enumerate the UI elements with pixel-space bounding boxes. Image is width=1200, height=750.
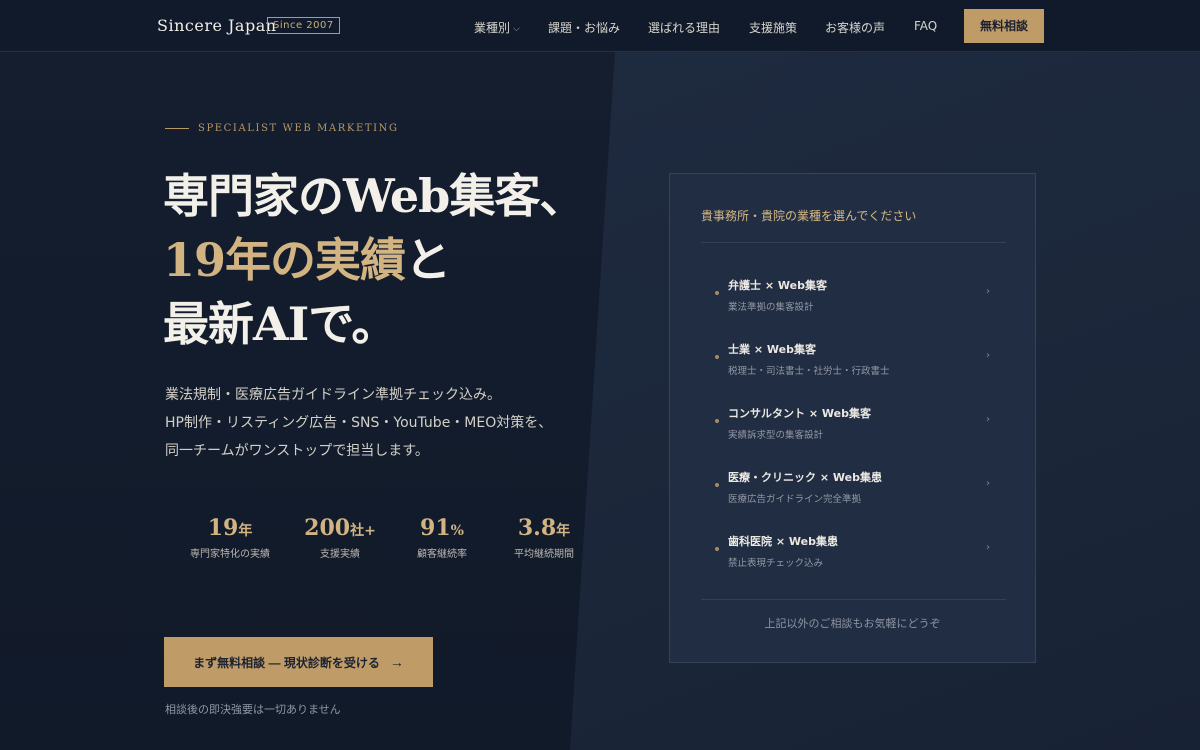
stat-unit: 年	[238, 523, 253, 539]
option-title: 歯科医院 × Web集患	[728, 535, 838, 548]
bullet-dot-icon	[715, 483, 719, 487]
stat-label: 平均継続期間	[514, 549, 574, 560]
headline-line-1: 専門家のWeb集客、	[163, 169, 585, 223]
option-subtitle: 業法準拠の集客設計	[728, 302, 814, 313]
hero-eyebrow: SPECIALIST WEB MARKETING	[165, 123, 399, 134]
chevron-right-icon: ›	[986, 350, 990, 361]
stat-duration: 3.8年 平均継続期間	[489, 515, 599, 560]
lede-line: HP制作・リスティング広告・SNS・YouTube・MEO対策を、	[165, 415, 553, 431]
option-subtitle: 税理士・司法書士・社労士・行政書士	[728, 366, 890, 377]
option-clinic[interactable]: 医療・クリニック × Web集患 医療広告ガイドライン完全準拠 ›	[701, 460, 1006, 516]
chevron-right-icon: ›	[986, 414, 990, 425]
stat-number: 19	[207, 515, 239, 541]
stats-row: 19年 専門家特化の実績 200社+ 支援実績 91% 顧客継続率 3.8年 平…	[165, 515, 595, 575]
panel-title: 貴事務所・貴院の業種を選んでください	[701, 209, 917, 223]
stat-number: 200	[304, 515, 351, 541]
arrow-right-icon: →	[389, 654, 404, 670]
panel-divider	[701, 599, 1006, 600]
stat-value: 3.8年	[489, 515, 599, 541]
stat-unit: 年	[556, 523, 571, 539]
option-consultant[interactable]: コンサルタント × Web集客 実績訴求型の集客設計 ›	[701, 396, 1006, 452]
bullet-dot-icon	[715, 547, 719, 551]
nav-industry-label: 業種別	[474, 21, 511, 35]
chevron-right-icon: ›	[986, 286, 990, 297]
option-shigyo[interactable]: 士業 × Web集客 税理士・司法書士・社労士・行政書士 ›	[701, 332, 1006, 388]
nav-reasons[interactable]: 選ばれる理由	[648, 19, 720, 36]
stat-years: 19年 専門家特化の実績	[175, 515, 285, 560]
option-subtitle: 医療広告ガイドライン完全準拠	[728, 494, 862, 505]
free-consultation-button[interactable]: 無料相談	[964, 9, 1044, 43]
stat-value: 200社+	[285, 515, 395, 541]
option-lawyer[interactable]: 弁護士 × Web集客 業法準拠の集客設計 ›	[701, 268, 1006, 324]
nav-industry[interactable]: 業種別 ⌵	[474, 19, 520, 36]
option-title: 医療・クリニック × Web集患	[728, 471, 882, 484]
option-title: コンサルタント × Web集客	[728, 407, 871, 420]
option-title: 士業 × Web集客	[728, 343, 816, 356]
eyebrow-text: SPECIALIST WEB MARKETING	[198, 123, 399, 134]
stat-label: 専門家特化の実績	[190, 549, 270, 560]
free-diagnosis-button[interactable]: まず無料相談 — 現状診断を受ける →	[164, 637, 433, 687]
stat-label: 支援実績	[320, 549, 360, 560]
stat-unit: %	[450, 523, 464, 539]
panel-footer-text: 上記以外のご相談もお気軽にどうぞ	[764, 617, 941, 630]
option-title: 弁護士 × Web集客	[728, 279, 827, 292]
headline-line-3: 最新AIで。	[163, 297, 397, 351]
stat-label: 顧客継続率	[417, 549, 467, 560]
stat-value: 19年	[175, 515, 285, 541]
industry-selector-panel: 貴事務所・貴院の業種を選んでください 弁護士 × Web集客 業法準拠の集客設計…	[669, 173, 1036, 663]
lede-line: 同一チームがワンストップで担当します。	[165, 443, 429, 459]
stat-unit: 社+	[350, 523, 376, 539]
stat-value: 91%	[387, 515, 497, 541]
headline-line-2: 19年の実績と	[163, 228, 633, 292]
site-header: Sincere Japan Since 2007 業種別 ⌵ 課題・お悩み 選ばれ…	[0, 0, 1200, 52]
stat-retention: 91% 顧客継続率	[387, 515, 497, 560]
nav-testimonials[interactable]: お客様の声	[825, 19, 885, 36]
lede-line: 業法規制・医療広告ガイドライン準拠チェック込み。	[165, 387, 501, 403]
no-pressure-note: 相談後の即決強要は一切ありません	[165, 703, 341, 716]
stat-number: 3.8	[517, 515, 557, 541]
stat-number: 91	[420, 515, 451, 541]
cta-label: まず無料相談 — 現状診断を受ける	[193, 655, 380, 670]
headline-accent: 19年の実績	[163, 233, 406, 287]
nav-faq[interactable]: FAQ	[914, 19, 937, 33]
nav-issues[interactable]: 課題・お悩み	[548, 19, 620, 36]
chevron-right-icon: ›	[986, 478, 990, 489]
option-dental[interactable]: 歯科医院 × Web集患 禁止表現チェック込み ›	[701, 524, 1006, 580]
hero-lede: 業法規制・医療広告ガイドライン準拠チェック込み。 HP制作・リスティング広告・S…	[165, 381, 605, 465]
chevron-right-icon: ›	[986, 542, 990, 553]
chevron-down-icon: ⌵	[513, 24, 520, 34]
stat-clients: 200社+ 支援実績	[285, 515, 395, 560]
panel-divider	[701, 242, 1006, 243]
option-subtitle: 実績訴求型の集客設計	[728, 430, 824, 441]
headline-line-2-rest: と	[405, 233, 451, 287]
eyebrow-rule	[165, 128, 189, 129]
bullet-dot-icon	[715, 419, 719, 423]
bullet-dot-icon	[715, 291, 719, 295]
bullet-dot-icon	[715, 355, 719, 359]
option-subtitle: 禁止表現チェック込み	[728, 558, 824, 569]
nav-services[interactable]: 支援施策	[749, 19, 797, 36]
hero-headline: 専門家のWeb集客、 19年の実績と 最新AIで。	[163, 164, 633, 356]
